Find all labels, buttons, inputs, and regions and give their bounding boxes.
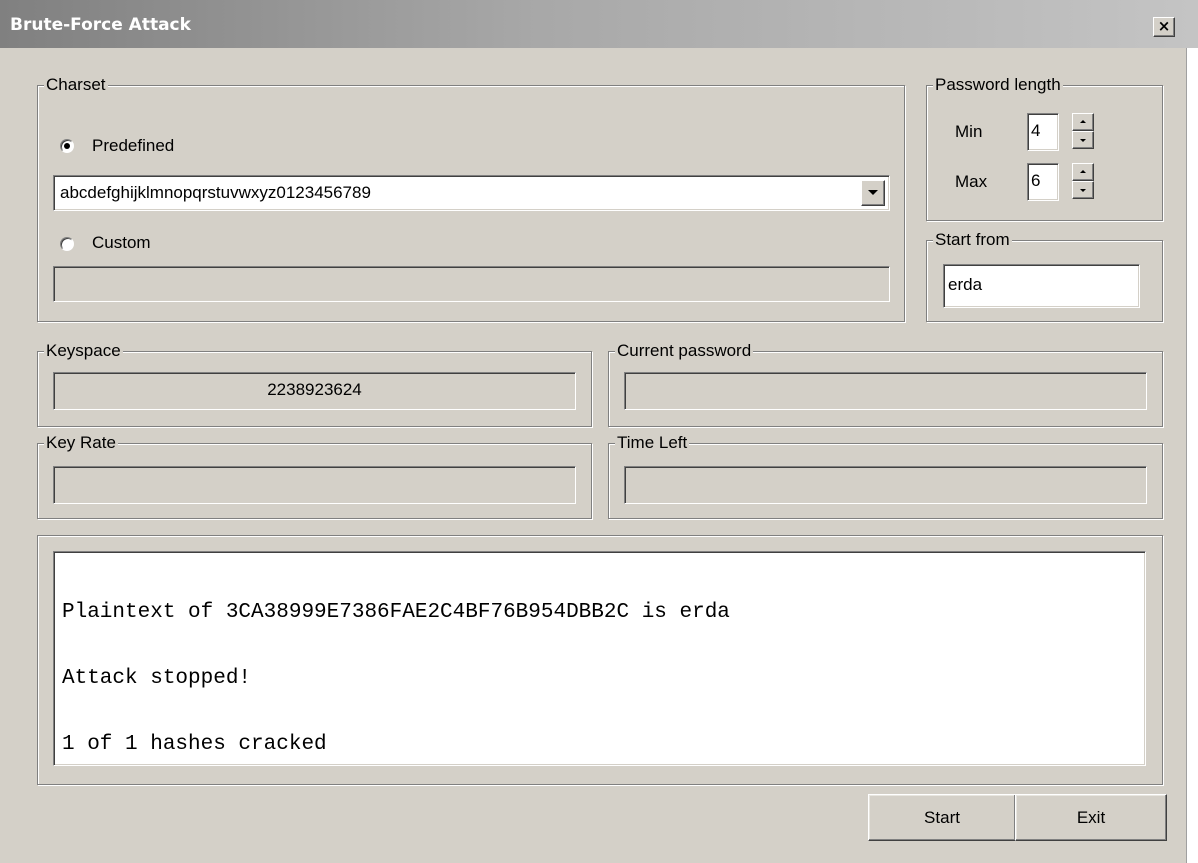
keyspace-group: Keyspace 2238923624 (37, 341, 592, 427)
start-from-legend: Start from (933, 230, 1012, 250)
predefined-label: Predefined (92, 136, 175, 155)
time-left-group: Time Left (608, 433, 1163, 519)
keyspace-legend: Keyspace (44, 341, 123, 361)
start-from-group: Start from erda (926, 230, 1163, 322)
predefined-charset-value: abcdefghijklmnopqrstuvwxyz0123456789 (60, 183, 371, 202)
spin-down-icon[interactable] (1072, 181, 1094, 199)
exit-button[interactable]: Exit (1015, 794, 1167, 841)
time-left-legend: Time Left (615, 433, 690, 453)
charset-group: Charset Predefined abcdefghijklmnopqrstu… (37, 75, 905, 322)
current-password-group: Current password (608, 341, 1163, 427)
password-length-legend: Password length (933, 75, 1063, 95)
key-rate-value (53, 466, 576, 504)
key-rate-legend: Key Rate (44, 433, 118, 453)
keyspace-value: 2238923624 (53, 372, 576, 410)
start-button[interactable]: Start (868, 794, 1016, 841)
min-label: Min (955, 122, 983, 141)
custom-label: Custom (92, 233, 151, 252)
title-bar: Brute-Force Attack × (0, 0, 1198, 48)
max-length-stepper[interactable] (1072, 163, 1094, 199)
log-line: 1 of 1 hashes cracked (62, 733, 327, 756)
max-length-value: 6 (1031, 171, 1041, 190)
spin-down-icon[interactable] (1072, 131, 1094, 149)
close-icon[interactable]: × (1153, 17, 1175, 37)
min-length-stepper[interactable] (1072, 113, 1094, 149)
time-left-value (624, 466, 1147, 504)
spin-up-icon[interactable] (1072, 113, 1094, 131)
log-line: Attack stopped! (62, 667, 252, 690)
output-log[interactable]: Plaintext of 3CA38999E7386FAE2C4BF76B954… (53, 551, 1146, 766)
start-from-input[interactable]: erda (943, 264, 1140, 308)
background-window-edge (1186, 48, 1198, 863)
password-length-group: Password length Min 4 Max 6 (926, 75, 1163, 221)
radio-selected-dot (64, 143, 70, 149)
start-from-value: erda (948, 275, 983, 294)
spin-up-icon[interactable] (1072, 163, 1094, 181)
current-password-value (624, 372, 1147, 410)
window-title: Brute-Force Attack (10, 15, 191, 35)
max-length-input[interactable]: 6 (1027, 163, 1059, 201)
predefined-radio[interactable] (60, 139, 74, 153)
min-length-input[interactable]: 4 (1027, 113, 1059, 151)
current-password-legend: Current password (615, 341, 754, 361)
log-line: Plaintext of 3CA38999E7386FAE2C4BF76B954… (62, 601, 730, 624)
chevron-down-icon[interactable] (861, 180, 885, 206)
charset-legend: Charset (44, 75, 108, 95)
max-label: Max (955, 172, 988, 191)
custom-radio[interactable] (60, 237, 74, 251)
min-length-value: 4 (1031, 121, 1041, 140)
key-rate-group: Key Rate (37, 433, 592, 519)
predefined-charset-select[interactable]: abcdefghijklmnopqrstuvwxyz0123456789 (53, 175, 890, 211)
custom-charset-input[interactable] (53, 266, 890, 302)
